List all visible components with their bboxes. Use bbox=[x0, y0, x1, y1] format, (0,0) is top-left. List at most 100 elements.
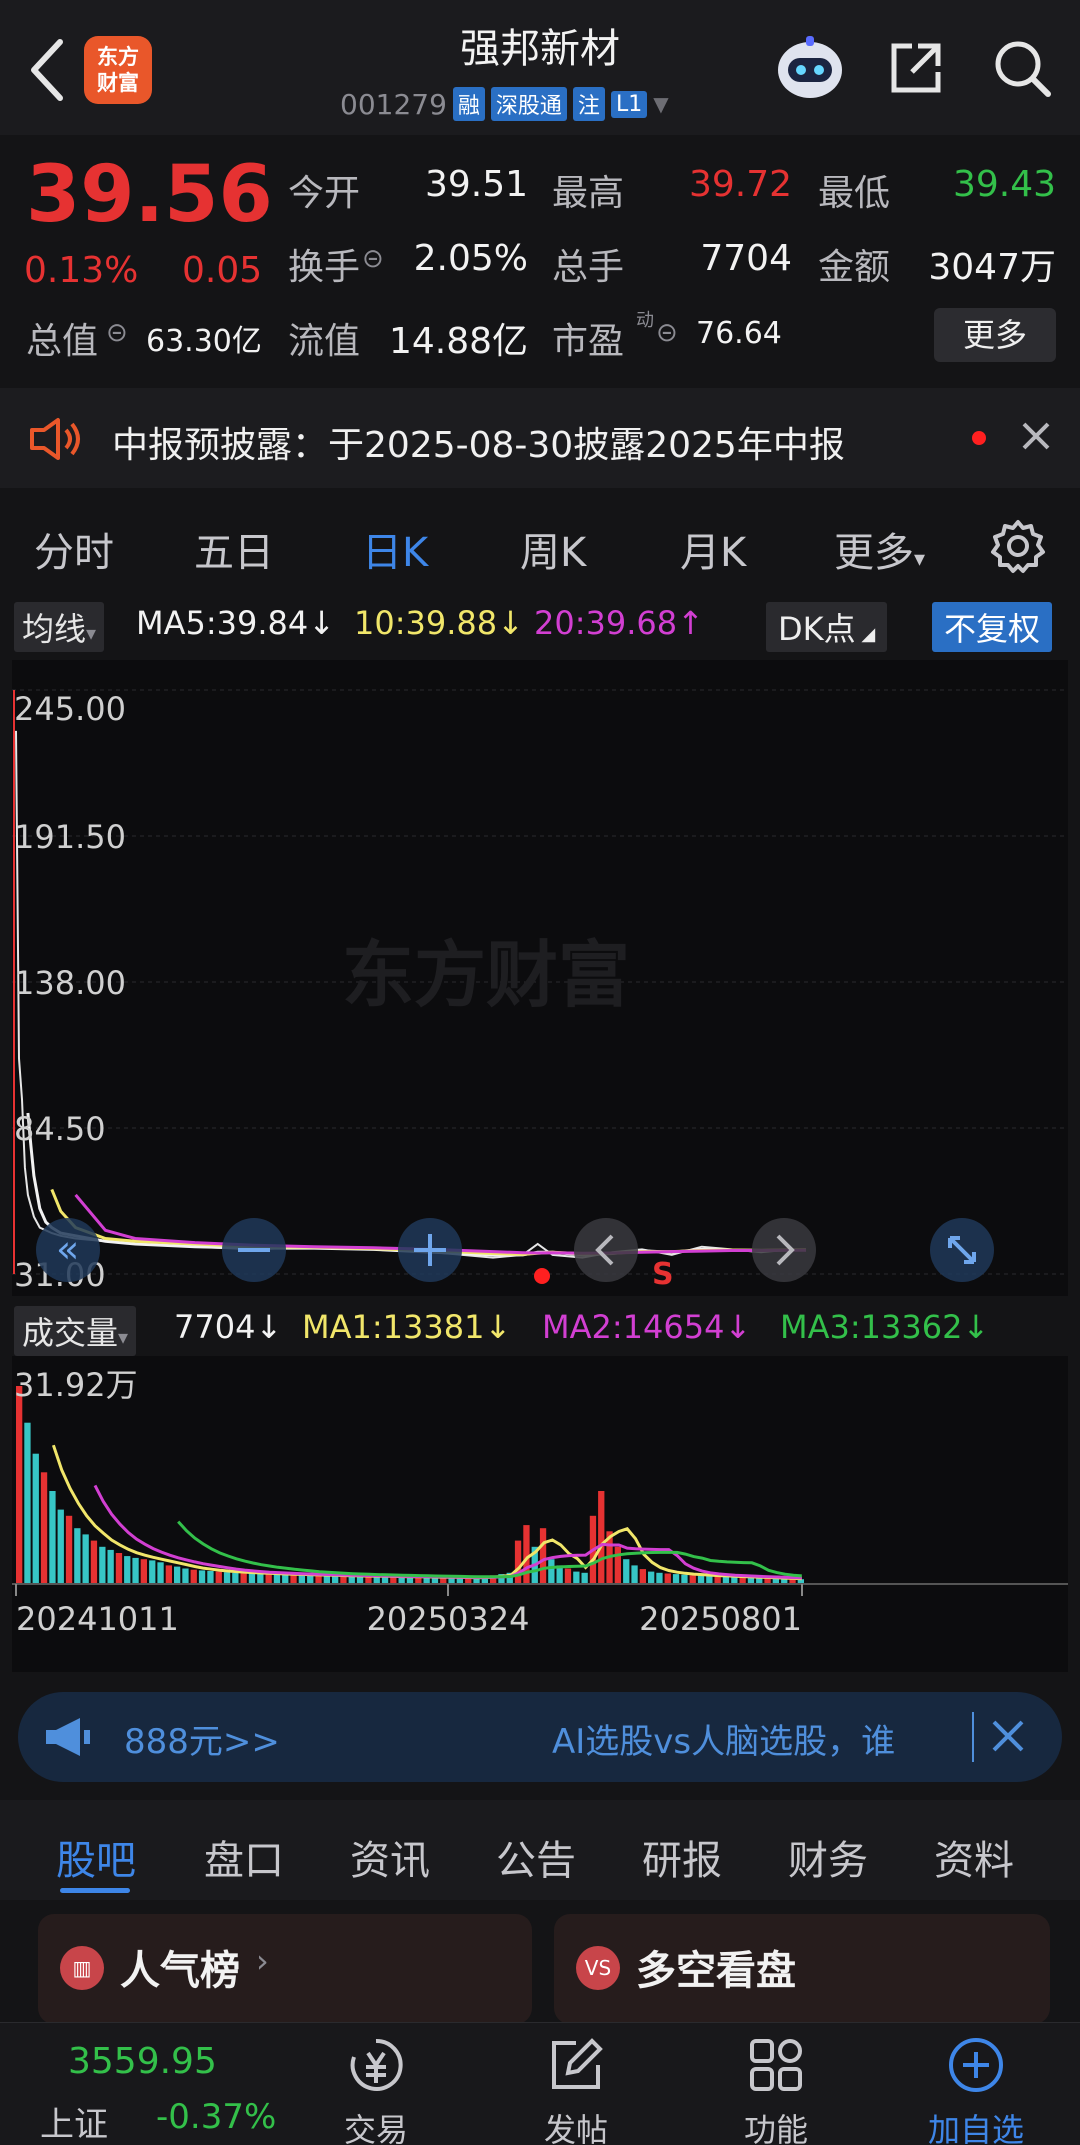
robot-assistant-icon[interactable] bbox=[772, 30, 848, 106]
chevron-right-icon: › bbox=[256, 1942, 269, 1980]
nav-post[interactable]: 发帖 bbox=[486, 2023, 666, 2145]
low-value: 39.43 bbox=[952, 164, 1056, 205]
volume-bar bbox=[539, 1528, 547, 1584]
ma-selector-label: 均线 bbox=[22, 610, 87, 648]
index-ticker[interactable]: 3559.95 上证 -0.37% bbox=[0, 2023, 290, 2145]
volume-bar bbox=[731, 1576, 738, 1584]
volume-bar bbox=[681, 1574, 688, 1584]
tab-research[interactable]: 研报 bbox=[642, 1828, 722, 1886]
volume-bar bbox=[598, 1491, 605, 1584]
info-icon[interactable]: ⊝ bbox=[656, 318, 678, 348]
index-value: 3559.95 bbox=[68, 2041, 217, 2082]
next-button[interactable] bbox=[752, 1218, 816, 1282]
vs-icon: VS bbox=[576, 1946, 620, 1990]
tab-finance[interactable]: 财务 bbox=[788, 1828, 868, 1886]
announcement-text: 中报预披露：于2025-08-30披露2025年中报 bbox=[112, 425, 845, 466]
volume-bar bbox=[32, 1453, 39, 1584]
chevron-down-icon[interactable]: ▼ bbox=[653, 92, 668, 116]
unread-dot bbox=[972, 431, 986, 445]
index-name: 上证 bbox=[40, 2105, 108, 2145]
volume-bar bbox=[65, 1515, 73, 1584]
ma5-value: MA5:39.84↓ bbox=[136, 604, 336, 642]
ma20-value: 20:39.68↑ bbox=[534, 604, 704, 642]
volume-bar bbox=[623, 1559, 630, 1584]
nav-functions[interactable]: 功能 bbox=[686, 2023, 866, 2145]
adjust-button[interactable]: 不复权 bbox=[932, 602, 1053, 652]
tab-profile[interactable]: 资料 bbox=[934, 1828, 1014, 1886]
tab-news[interactable]: 资讯 bbox=[350, 1828, 430, 1886]
volume-bar bbox=[99, 1546, 106, 1584]
nav-functions-label: 功能 bbox=[743, 2111, 808, 2145]
tab-five-day[interactable]: 五日 bbox=[194, 520, 274, 578]
volume-bar bbox=[656, 1572, 663, 1584]
tab-orderbook[interactable]: 盘口 bbox=[204, 1828, 284, 1886]
volume-bar bbox=[282, 1574, 289, 1584]
close-icon[interactable] bbox=[1018, 418, 1054, 454]
volume-bar bbox=[16, 1386, 23, 1584]
nav-add-watchlist[interactable]: 加自选 bbox=[886, 2023, 1066, 2145]
y-tick-label: 245.00 bbox=[14, 690, 126, 728]
tab-weekly-k[interactable]: 周K bbox=[520, 520, 586, 578]
volume-bar bbox=[739, 1577, 746, 1584]
price-chart[interactable]: 东方财富 245.00191.50138.0084.5031.00 « S bbox=[12, 660, 1068, 1296]
volume-bar bbox=[265, 1574, 272, 1584]
mktcap-value: 63.30亿 bbox=[146, 324, 262, 359]
promo-right-text: AI选股vs人脑选股，谁 bbox=[552, 1722, 896, 1762]
corner-icon: ◢ bbox=[855, 624, 876, 645]
search-icon[interactable] bbox=[990, 36, 1054, 100]
volume-bar bbox=[40, 1472, 48, 1584]
info-icon[interactable]: ⊝ bbox=[106, 318, 128, 348]
stock-code: 001279 bbox=[340, 87, 447, 121]
tab-announcements[interactable]: 公告 bbox=[496, 1828, 576, 1886]
pe-superscript: 动 bbox=[636, 310, 654, 331]
change-value: 0.05 bbox=[182, 250, 263, 291]
volume-bar bbox=[198, 1570, 206, 1584]
change-percent: 0.13% bbox=[24, 250, 139, 291]
amount-label: 金额 bbox=[818, 247, 891, 288]
signal-dot bbox=[534, 1268, 550, 1284]
share-icon[interactable] bbox=[884, 36, 948, 100]
edit-icon bbox=[552, 2038, 603, 2089]
volume-bar bbox=[573, 1571, 580, 1584]
volume-bar bbox=[648, 1571, 655, 1584]
popularity-card[interactable]: ▥ 人气榜 › bbox=[38, 1914, 532, 2024]
divider bbox=[972, 1712, 974, 1762]
caret-down-icon: ▾ bbox=[86, 621, 97, 645]
volume-bar bbox=[332, 1575, 339, 1584]
volume-selector[interactable]: 成交量▾ bbox=[14, 1306, 137, 1356]
ma-selector[interactable]: 均线▾ bbox=[14, 602, 105, 652]
gear-icon[interactable] bbox=[990, 518, 1046, 574]
promo-banner[interactable]: 888元>> AI选股vs人脑选股，谁 bbox=[18, 1692, 1062, 1782]
app-logo: 东方财富 bbox=[84, 36, 152, 104]
volume-bar bbox=[215, 1571, 222, 1584]
close-icon[interactable] bbox=[988, 1716, 1028, 1756]
bull-bear-title: 多空看盘 bbox=[636, 1948, 796, 1994]
dk-point-button[interactable]: DK点 ◢ bbox=[766, 602, 888, 652]
more-quote-button[interactable]: 更多 bbox=[934, 308, 1056, 362]
tab-more[interactable]: 更多▾ bbox=[834, 520, 925, 578]
high-value: 39.72 bbox=[688, 164, 792, 205]
volume-selector-label: 成交量 bbox=[22, 1314, 119, 1352]
info-icon[interactable]: ⊝ bbox=[362, 244, 384, 274]
announcement-banner[interactable]: 中报预披露：于2025-08-30披露2025年中报 bbox=[0, 388, 1080, 488]
tab-intraday[interactable]: 分时 bbox=[34, 520, 114, 578]
high-label: 最高 bbox=[552, 173, 625, 214]
ranking-icon: ▥ bbox=[60, 1946, 104, 1990]
volume-bar bbox=[124, 1556, 131, 1584]
tab-forum[interactable]: 股吧 bbox=[56, 1828, 136, 1886]
bull-bear-card[interactable]: VS 多空看盘 bbox=[554, 1914, 1050, 2024]
volume-current: 7704↓ bbox=[174, 1308, 283, 1346]
volume-bar bbox=[273, 1574, 281, 1584]
volume-chart[interactable]: 31.92万 20241011 20250324 20250801 bbox=[12, 1356, 1068, 1672]
tab-daily-k[interactable]: 日K bbox=[362, 520, 428, 578]
active-tab-indicator bbox=[60, 1888, 130, 1893]
vol-ma2: MA2:14654↓ bbox=[542, 1308, 752, 1346]
volume-indicator-bar: 成交量▾ 7704↓ MA1:13381↓ MA2:14654↓ MA3:133… bbox=[0, 1302, 1080, 1356]
tab-monthly-k[interactable]: 月K bbox=[680, 520, 746, 578]
back-arrow-icon[interactable] bbox=[18, 30, 78, 110]
stock-name: 强邦新材 bbox=[460, 26, 620, 72]
prev-button[interactable] bbox=[574, 1218, 638, 1282]
popularity-title: 人气榜 bbox=[120, 1948, 240, 1994]
vol-ma1: MA1:13381↓ bbox=[302, 1308, 512, 1346]
nav-trade[interactable]: 交易 bbox=[286, 2023, 466, 2145]
